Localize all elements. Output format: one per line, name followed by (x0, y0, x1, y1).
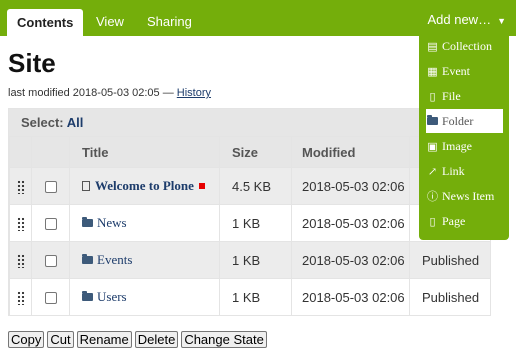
menu-item-label: File (442, 89, 461, 103)
row-select-cell (31, 167, 70, 205)
row-checkbox[interactable] (44, 255, 57, 268)
menu-item-folder[interactable]: Folder (426, 109, 503, 133)
row-title-cell: Events (69, 241, 220, 279)
menu-item-label: Folder (442, 114, 474, 128)
menu-item-label: Page (442, 214, 466, 228)
row-state: Published (409, 278, 491, 316)
menu-item-label: Image (442, 139, 472, 153)
row-select-cell (31, 278, 70, 316)
edit-toolbar: Contents View Sharing Add new… ▼ (0, 0, 516, 36)
menu-item-label: Link (442, 164, 465, 178)
drag-handle[interactable] (9, 204, 32, 242)
folder-contents-listing: Select: All Title Size Modified Welcome … (8, 108, 491, 316)
row-title-link[interactable]: News (97, 215, 127, 230)
drag-handle-icon (16, 253, 25, 268)
header-select (31, 136, 70, 168)
cut-button[interactable]: Cut (47, 331, 74, 348)
link-icon: ↗ (427, 166, 438, 178)
row-size: 1 KB (219, 241, 292, 279)
add-new-menu-button[interactable]: Add new… ▼ (427, 8, 506, 32)
folder-icon (426, 110, 439, 134)
change-state-button[interactable]: Change State (181, 331, 267, 348)
page-title: Site (8, 48, 56, 78)
table-row: Events 1 KB 2018-05-03 02:06 Published (9, 241, 491, 279)
folder-icon (82, 291, 93, 302)
row-size: 1 KB (219, 204, 292, 242)
folder-icon (82, 217, 93, 228)
tab-contents[interactable]: Contents (7, 9, 84, 36)
image-icon: ▣ (427, 141, 438, 153)
tab-sharing[interactable]: Sharing (137, 8, 202, 36)
row-size: 1 KB (219, 278, 292, 316)
drag-handle[interactable] (9, 278, 32, 316)
drag-handle-icon (16, 290, 25, 305)
menu-item-image[interactable]: ▣ Image (426, 134, 503, 158)
modified-flag-icon (198, 183, 205, 190)
last-modified-text: last modified 2018-05-03 02:05 — (8, 87, 174, 99)
drag-handle[interactable] (9, 241, 32, 279)
drag-handle[interactable] (9, 167, 32, 205)
delete-button[interactable]: Delete (134, 331, 179, 348)
row-title-cell: Users (69, 278, 220, 316)
menu-item-link[interactable]: ↗ Link (426, 159, 503, 183)
calendar-icon: ▦ (427, 66, 438, 78)
menu-item-label: Collection (442, 39, 492, 53)
row-title-cell: News (69, 204, 220, 242)
drag-handle-icon (16, 179, 25, 194)
row-select-cell (31, 204, 70, 242)
menu-item-label: Event (442, 64, 470, 78)
header-size[interactable]: Size (219, 136, 292, 168)
file-icon: ▯ (429, 91, 436, 103)
menu-item-news-item[interactable]: ⓘ News Item (426, 184, 503, 208)
menu-item-label: News Item (442, 189, 495, 203)
select-label: Select: (21, 115, 64, 130)
row-title-cell: Welcome to Plone (69, 167, 220, 205)
row-title-link[interactable]: Welcome to Plone (95, 178, 194, 193)
row-title-link[interactable]: Users (97, 289, 127, 304)
row-state: Published (409, 241, 491, 279)
row-checkbox[interactable] (44, 181, 57, 194)
folder-icon (82, 254, 93, 265)
caret-down-icon: ▼ (497, 16, 506, 26)
info-icon: ⓘ (427, 191, 438, 203)
add-new-dropdown: ▤ Collection ▦ Event ▯ File Folder ▣ Image ↗… (419, 32, 509, 240)
document-byline: last modified 2018-05-03 02:05 — History (8, 87, 211, 99)
header-modified[interactable]: Modified (291, 136, 410, 168)
row-size: 4.5 KB (219, 167, 292, 205)
select-bar: Select: All (9, 109, 489, 136)
folder-action-buttons: Copy Cut Rename Delete Change State (8, 331, 270, 348)
page-icon: ▯ (429, 216, 436, 228)
header-drag (9, 136, 32, 168)
row-checkbox[interactable] (44, 218, 57, 231)
collection-icon: ▤ (427, 41, 438, 53)
table-row: Users 1 KB 2018-05-03 02:06 Published (9, 278, 491, 316)
header-title[interactable]: Title (69, 136, 220, 168)
menu-item-event[interactable]: ▦ Event (426, 59, 503, 83)
drag-handle-icon (16, 216, 25, 231)
row-modified: 2018-05-03 02:06 (291, 241, 410, 279)
row-modified: 2018-05-03 02:06 (291, 167, 410, 205)
add-new-label: Add new… (427, 12, 492, 27)
row-checkbox[interactable] (44, 292, 57, 305)
menu-item-page[interactable]: ▯ Page (426, 209, 503, 233)
row-modified: 2018-05-03 02:06 (291, 278, 410, 316)
select-all-link[interactable]: All (67, 115, 84, 130)
row-select-cell (31, 241, 70, 279)
rename-button[interactable]: Rename (76, 331, 132, 348)
row-modified: 2018-05-03 02:06 (291, 204, 410, 242)
menu-item-collection[interactable]: ▤ Collection (426, 34, 503, 58)
copy-button[interactable]: Copy (8, 331, 45, 348)
document-icon (82, 181, 90, 192)
menu-item-file[interactable]: ▯ File (426, 84, 503, 108)
history-link[interactable]: History (177, 87, 211, 99)
row-title-link[interactable]: Events (97, 252, 132, 267)
tab-view[interactable]: View (86, 8, 134, 36)
